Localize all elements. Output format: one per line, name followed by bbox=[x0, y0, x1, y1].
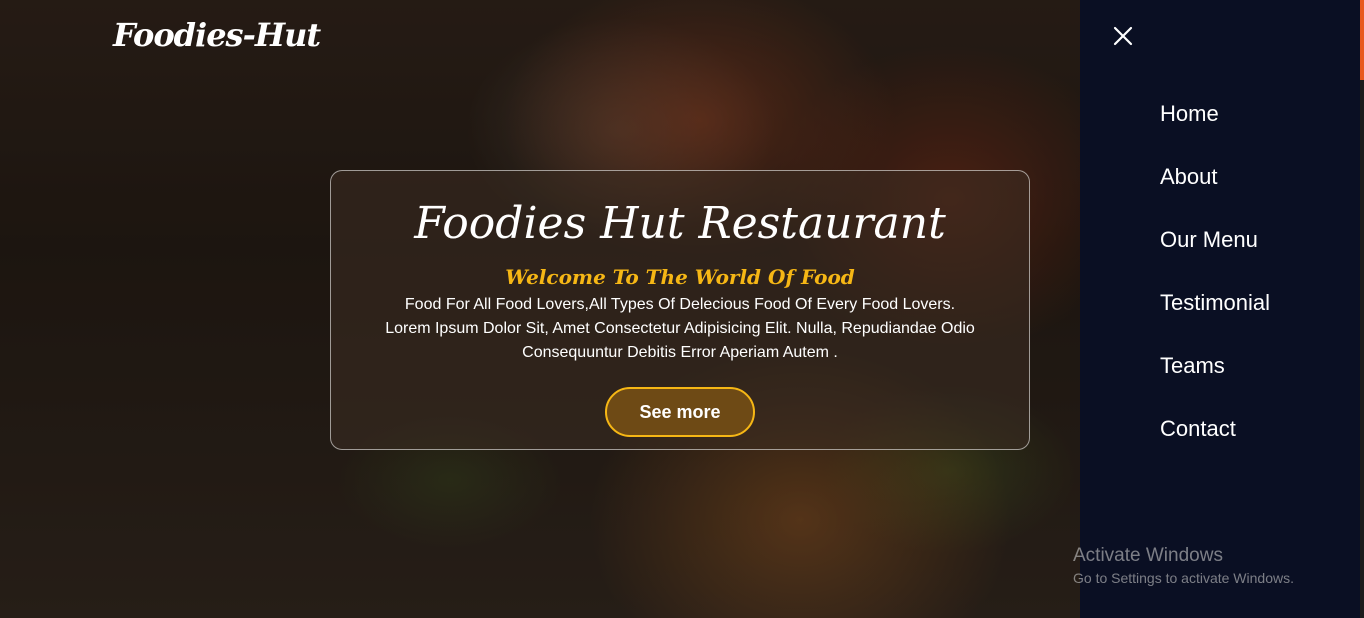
nav-item-testimonial[interactable]: Testimonial bbox=[1160, 285, 1270, 348]
nav-item-contact[interactable]: Contact bbox=[1160, 411, 1270, 474]
watermark-title: Activate Windows bbox=[1073, 545, 1223, 566]
nav-item-home[interactable]: Home bbox=[1160, 96, 1270, 159]
see-more-button[interactable]: See more bbox=[605, 387, 755, 437]
close-icon[interactable] bbox=[1112, 25, 1134, 47]
hero-card: Foodies Hut Restaurant Welcome To The Wo… bbox=[330, 170, 1030, 450]
nav-menu: Home About Our Menu Testimonial Teams Co… bbox=[1160, 96, 1270, 474]
site-logo[interactable]: Foodies-Hut bbox=[113, 16, 321, 54]
activate-windows-watermark: Activate Windows Go to Settings to activ… bbox=[1073, 545, 1294, 588]
scrollbar-thumb[interactable] bbox=[1360, 0, 1364, 80]
hero-description-line: Lorem Ipsum Dolor Sit, Amet Consectetur … bbox=[385, 320, 975, 337]
watermark-subtitle: Go to Settings to activate Windows. bbox=[1073, 570, 1294, 586]
side-navigation: Home About Our Menu Testimonial Teams Co… bbox=[1080, 0, 1360, 618]
hero-subtitle: Welcome To The World Of Food bbox=[505, 265, 855, 289]
page-scrollbar[interactable] bbox=[1360, 0, 1364, 618]
hero-description: Food For All Food Lovers,All Types Of De… bbox=[360, 293, 1000, 365]
hero-description-line: Food For All Food Lovers,All Types Of De… bbox=[404, 296, 956, 313]
hero-description-line: Consequuntur Debitis Error Aperiam Autem… bbox=[522, 344, 838, 361]
nav-item-about[interactable]: About bbox=[1160, 159, 1270, 222]
hero-title: Foodies Hut Restaurant bbox=[414, 198, 946, 249]
nav-item-teams[interactable]: Teams bbox=[1160, 348, 1270, 411]
nav-item-our-menu[interactable]: Our Menu bbox=[1160, 222, 1270, 285]
